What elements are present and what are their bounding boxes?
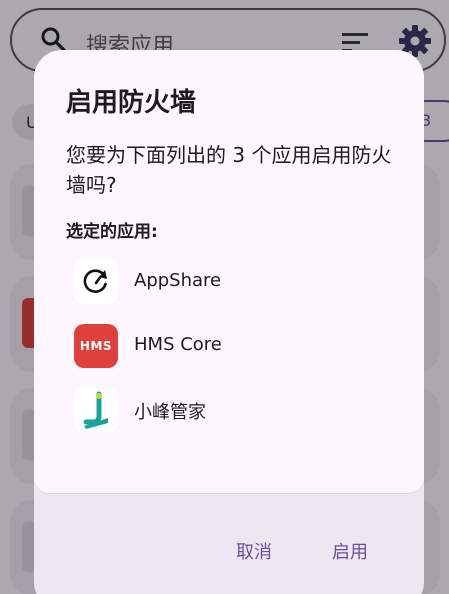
selected-apps-list: AppShare HMS HMS Core 小峰管家	[74, 258, 394, 450]
hms-icon-text: HMS	[79, 339, 113, 353]
list-item: HMS HMS Core	[74, 322, 394, 386]
enable-firewall-dialog: 启用防火墙 您要为下面列出的 3 个应用启用防火墙吗? 选定的应用: AppSh…	[34, 50, 424, 594]
cancel-button[interactable]: 取消	[228, 534, 280, 568]
app-label: AppShare	[134, 270, 222, 291]
dialog-message: 您要为下面列出的 3 个应用启用防火墙吗?	[66, 143, 392, 197]
list-item: 小峰管家	[74, 386, 394, 450]
enable-button[interactable]: 启用	[324, 534, 376, 568]
list-item: AppShare	[74, 258, 394, 322]
app-label: HMS Core	[134, 334, 222, 355]
dialog-title: 启用防火墙	[66, 88, 197, 118]
dialog-actions: 取消 启用	[34, 494, 424, 594]
app-label: 小峰管家	[134, 402, 206, 423]
appshare-icon	[74, 260, 118, 304]
selected-apps-heading: 选定的应用:	[66, 222, 158, 242]
dialog-content: 启用防火墙 您要为下面列出的 3 个应用启用防火墙吗? 选定的应用: AppSh…	[34, 50, 424, 494]
hms-core-icon: HMS	[74, 324, 118, 368]
xiaofeng-manager-icon	[74, 388, 118, 432]
